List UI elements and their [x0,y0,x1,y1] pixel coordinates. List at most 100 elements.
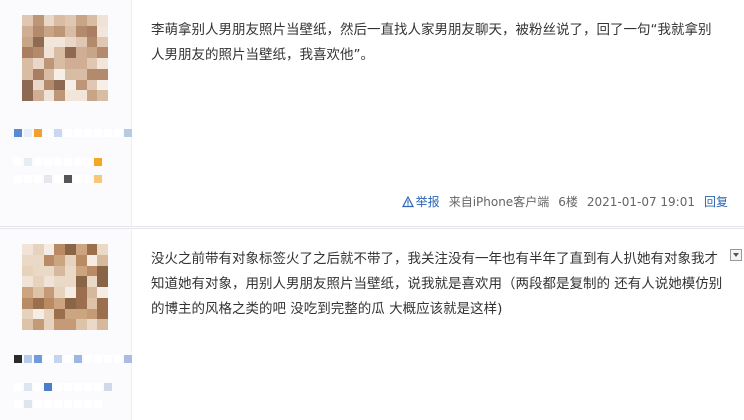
avatar-mosaic-cell [97,244,108,255]
avatar-mosaic-cell [75,36,87,48]
badge-mosaic-cell [94,129,102,137]
author-extra-row [14,174,102,184]
badge-mosaic-cell [44,175,52,183]
avatar-mosaic-cell [65,90,76,101]
badge-mosaic-cell [14,355,22,363]
avatar-mosaic-cell [86,36,98,48]
author-badges [14,354,132,364]
avatar[interactable] [22,15,108,101]
badge-mosaic-cell [84,400,92,408]
avatar-mosaic-cell [75,47,87,58]
avatar-mosaic-cell [54,319,65,330]
avatar-mosaic-cell [75,254,87,266]
badge-mosaic-cell [74,158,82,166]
avatar-mosaic-cell [65,47,76,58]
avatar-mosaic-cell [32,15,44,26]
post-content: 李萌拿别人男朋友照片当壁纸，然后一直找人家男朋友聊天，被粉丝说了，回了一句“我就… [151,22,712,63]
badge-mosaic-cell [74,383,82,391]
avatar-mosaic-cell [97,297,108,309]
avatar-mosaic-cell [43,308,55,320]
avatar-mosaic-cell [43,47,55,58]
badge-mosaic-cell [64,355,72,363]
author-sidebar [0,0,132,226]
badge-mosaic-cell [54,383,62,391]
avatar-mosaic-cell [75,276,87,287]
report-link[interactable]: 举报 [401,193,440,210]
avatar-mosaic-cell [22,90,33,101]
badge-mosaic-cell [54,400,62,408]
badge-mosaic-cell [94,158,102,166]
avatar-mosaic-cell [75,265,87,277]
avatar-mosaic-cell [75,319,87,330]
avatar[interactable] [22,244,108,330]
badge-mosaic-cell [84,355,92,363]
badge-mosaic-cell [84,175,92,183]
avatar-mosaic-cell [43,79,55,91]
avatar-mosaic-cell [75,90,87,101]
report-label[interactable]: 举报 [416,193,440,210]
badge-mosaic-cell [34,175,42,183]
avatar-mosaic-cell [22,15,33,26]
avatar-mosaic-cell [22,58,33,69]
avatar-mosaic-cell [43,265,55,277]
avatar-mosaic-cell [86,90,98,101]
author-badges [14,128,132,138]
avatar-mosaic-cell [22,68,33,80]
avatar-mosaic-cell [32,25,44,37]
post-time: 2021-01-07 19:01 [586,194,695,209]
avatar-mosaic-cell [54,25,65,37]
avatar-mosaic-cell [22,25,33,37]
avatar-mosaic-cell [32,58,44,69]
avatar-mosaic-cell [86,319,98,330]
avatar-mosaic-cell [65,68,76,80]
avatar-mosaic-cell [97,287,108,298]
avatar-mosaic-cell [65,15,76,26]
avatar-mosaic-cell [54,36,65,48]
avatar-mosaic-cell [86,47,98,58]
avatar-mosaic-cell [32,287,44,298]
warning-triangle-icon [401,195,414,207]
avatar-mosaic-cell [97,254,108,266]
badge-mosaic-cell [14,400,22,408]
avatar-mosaic-cell [65,58,76,69]
avatar-mosaic-cell [75,58,87,69]
avatar-mosaic-cell [54,254,65,266]
floor-number: 6楼 [558,195,578,209]
avatar-mosaic-cell [32,297,44,309]
avatar-mosaic-cell [43,90,55,101]
avatar-mosaic-cell [22,297,33,309]
avatar-mosaic-cell [22,287,33,298]
avatar-mosaic-cell [22,276,33,287]
avatar-mosaic-cell [65,308,76,320]
avatar-mosaic-cell [43,254,55,266]
badge-mosaic-cell [124,129,132,137]
badge-mosaic-cell [64,400,72,408]
badge-mosaic-cell [44,158,52,166]
badge-mosaic-cell [14,129,22,137]
avatar-mosaic-cell [65,36,76,48]
avatar-mosaic-cell [65,254,76,266]
avatar-mosaic-cell [43,276,55,287]
badge-mosaic-cell [114,129,122,137]
badge-mosaic-cell [104,129,112,137]
badge-mosaic-cell [44,355,52,363]
badge-mosaic-cell [14,175,22,183]
avatar-mosaic-cell [32,36,44,48]
avatar-mosaic-cell [22,47,33,58]
badge-mosaic-cell [34,355,42,363]
post-content: 没火之前带有对象标签火了之后就不带了，我关注没有一年也有半年了直到有人扒她有对象… [151,251,723,317]
chevron-down-icon[interactable] [730,249,742,261]
reply-link[interactable]: 回复 [704,193,728,210]
avatar-mosaic-cell [54,244,65,255]
badge-mosaic-cell [24,129,32,137]
avatar-mosaic-cell [43,244,55,255]
avatar-mosaic-cell [75,287,87,298]
author-level-row [14,382,112,392]
avatar-mosaic-cell [75,68,87,80]
badge-mosaic-cell [24,158,32,166]
badge-mosaic-cell [84,158,92,166]
avatar-mosaic-cell [65,79,76,91]
avatar-mosaic-cell [54,265,65,277]
badge-mosaic-cell [64,383,72,391]
avatar-mosaic-cell [86,287,98,298]
